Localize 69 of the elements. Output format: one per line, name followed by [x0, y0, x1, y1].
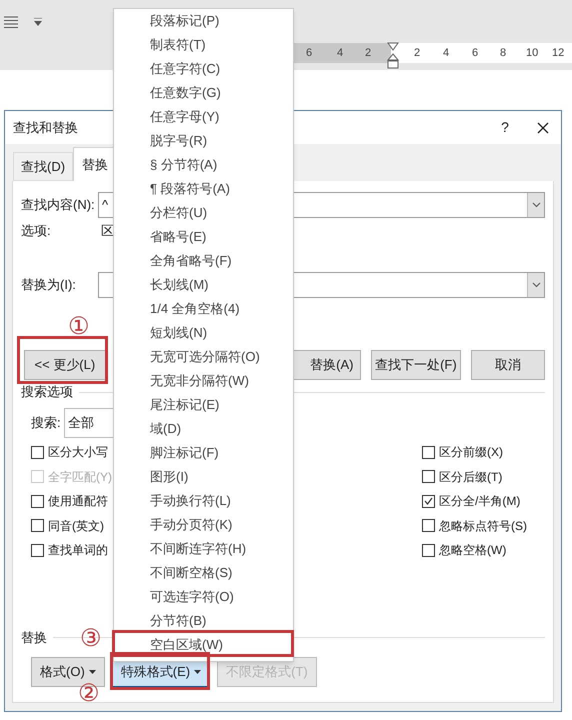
checkbox-label: 区分全/半角(M) [439, 493, 520, 510]
field-value: ^ [101, 196, 108, 214]
menu-item[interactable]: 长划线(M) [114, 273, 293, 297]
menu-item[interactable]: 手动分页符(K) [114, 513, 293, 537]
menu-item[interactable]: 脚注标记(F) [114, 441, 293, 465]
ruler-number: 6 [472, 46, 478, 61]
indent-marker-icon[interactable] [387, 42, 399, 70]
chevron-down-icon [532, 202, 540, 208]
menu-item[interactable]: 任意字符(C) [114, 57, 293, 81]
dropdown-icon[interactable] [34, 18, 42, 27]
help-button[interactable]: ? [495, 117, 515, 138]
chevron-down-icon [532, 282, 540, 288]
checkbox-label: 区分大小写 [48, 444, 108, 462]
align-icon[interactable] [4, 16, 18, 28]
checkbox-label: 忽略标点符号(S) [439, 518, 527, 535]
checkbox[interactable] [31, 519, 44, 532]
menu-item[interactable]: 段落标记(P) [114, 9, 293, 33]
checkbox-label: 查找单词的 [48, 542, 108, 560]
options-label: 选项: [21, 222, 52, 240]
checkbox[interactable] [31, 544, 44, 557]
menu-item[interactable]: 任意数字(G) [114, 81, 293, 105]
checkbox[interactable] [422, 470, 435, 484]
checkbox-label: 使用通配符 [48, 493, 108, 510]
check-icon [424, 497, 433, 506]
checkbox[interactable] [422, 519, 435, 532]
checkbox-label: 全字匹配(Y) [48, 468, 112, 486]
ruler-number: 2 [365, 46, 372, 61]
checkbox[interactable] [31, 494, 44, 508]
ruler-number: 2 [414, 46, 420, 61]
window-title: 查找和替换 [13, 118, 78, 137]
ruler-number: 12 [552, 46, 564, 61]
menu-item[interactable]: 图形(I) [114, 465, 293, 489]
button[interactable]: 取消 [471, 350, 545, 380]
field-label: 查找内容(N): [21, 196, 96, 214]
ruler-number: 6 [306, 46, 312, 61]
button[interactable]: << 更少(L) [24, 350, 106, 380]
options-value: 区 [101, 222, 114, 240]
close-icon [537, 122, 549, 134]
field-label: 搜索: [31, 414, 62, 432]
menu-item[interactable]: 制表符(T) [114, 33, 293, 57]
checkbox-label: 忽略空格(W) [439, 542, 506, 560]
checkbox-label: 区分后缀(T) [439, 468, 502, 486]
checkbox[interactable] [422, 446, 435, 459]
step-number: ① [68, 313, 90, 339]
menu-item[interactable]: 可选连字符(O) [114, 585, 293, 609]
field-label: 替换为(I): [21, 276, 77, 294]
button[interactable]: 查找下一处(F) [370, 350, 462, 380]
menu-item[interactable]: 不间断连字符(H) [114, 537, 293, 561]
tab[interactable]: 查找(D) [13, 152, 74, 181]
menu-item[interactable]: 分节符(B) [114, 609, 293, 633]
ruler-number: 4 [443, 46, 450, 61]
checkbox-label: 同音(英文) [48, 518, 104, 535]
menu-item[interactable]: 短划线(N) [114, 321, 293, 345]
section-label: 搜索选项 [21, 383, 73, 402]
menu-item[interactable]: 省略号(E) [114, 225, 293, 249]
checkbox-label: 区分前缀(X) [439, 444, 503, 462]
checkbox[interactable] [422, 544, 435, 557]
checkbox[interactable] [31, 446, 44, 459]
menu-item[interactable]: 不间断空格(S) [114, 561, 293, 585]
ruler-number: 4 [337, 46, 344, 61]
menu-item[interactable]: 手动换行符(L) [114, 489, 293, 513]
step-number: ③ [80, 625, 102, 651]
checkbox[interactable] [422, 494, 435, 508]
ruler-number: 10 [526, 46, 538, 61]
ruler-number: 8 [500, 46, 506, 61]
section-label: 替换 [21, 628, 47, 647]
menu-item[interactable]: 任意字母(Y) [114, 105, 293, 129]
menu-item[interactable]: 1/4 全角空格(4) [114, 297, 293, 321]
menu-item[interactable]: 全角省略号(F) [114, 249, 293, 273]
